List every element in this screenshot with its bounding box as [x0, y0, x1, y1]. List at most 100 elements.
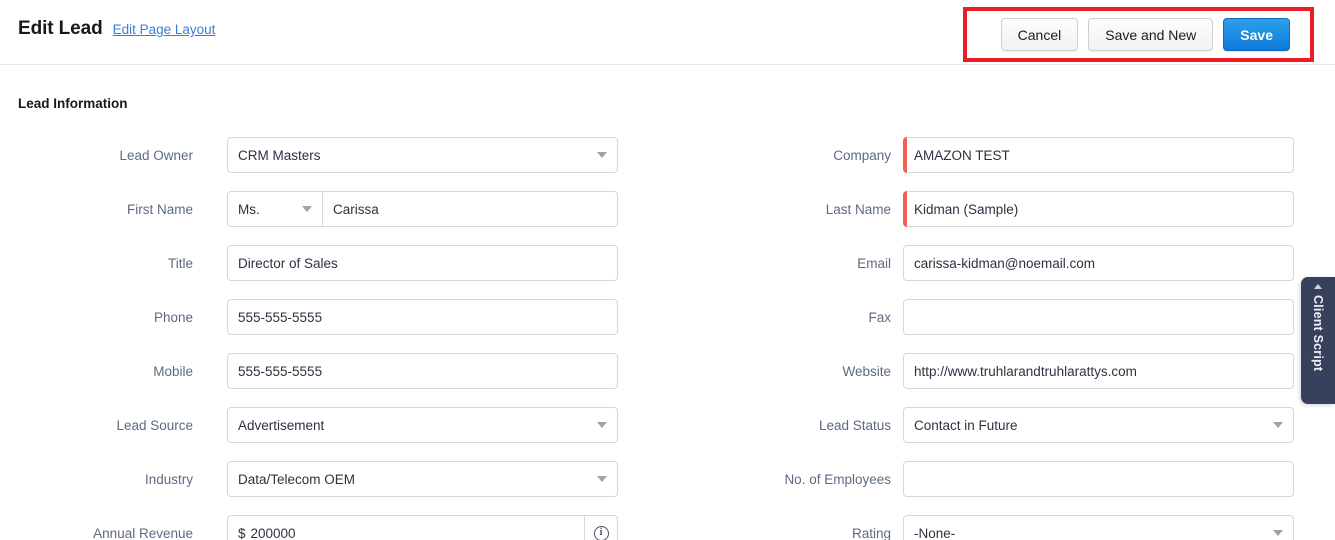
chevron-down-icon — [597, 476, 607, 482]
field-control-lead-source: Advertisement — [227, 407, 618, 443]
form-column-right: Company AMAZON TEST Last Name Kidman (Sampl… — [668, 137, 1308, 540]
field-label-first-name: First Name — [126, 201, 193, 217]
form-row-last-name: Last Name Kidman (Sample) — [668, 191, 1308, 245]
field-label-last-name: Last Name — [825, 201, 891, 217]
field-control-lead-status: Contact in Future — [903, 407, 1294, 443]
field-value-company: AMAZON TEST — [914, 147, 1010, 163]
select-lead-source[interactable]: Advertisement — [227, 407, 618, 443]
select-industry[interactable]: Data/Telecom OEM — [227, 461, 618, 497]
save-and-new-button[interactable]: Save and New — [1088, 18, 1214, 51]
input-website[interactable]: http://www.truhlarandtruhlarattys.com — [903, 353, 1294, 389]
input-phone[interactable]: 555-555-5555 — [227, 299, 618, 335]
field-control-no-of-employees — [903, 461, 1294, 497]
field-label-mobile: Mobile — [153, 363, 193, 379]
field-value-lead-source: Advertisement — [238, 417, 325, 433]
first-name-input[interactable]: Carissa — [322, 191, 618, 227]
input-email[interactable]: carissa-kidman@noemail.com — [903, 245, 1294, 281]
field-value-phone: 555-555-5555 — [238, 309, 323, 325]
page-title: Edit Lead — [18, 18, 103, 39]
field-label-fax: Fax — [868, 309, 891, 325]
input-company[interactable]: AMAZON TEST — [903, 137, 1294, 173]
field-control-rating: -None- — [903, 515, 1294, 540]
form-row-fax: Fax — [668, 299, 1308, 353]
field-control-last-name: Kidman (Sample) — [903, 191, 1294, 227]
input-fax[interactable] — [903, 299, 1294, 335]
field-label-phone: Phone — [153, 309, 193, 325]
field-label-annual-revenue: Annual Revenue — [93, 525, 193, 540]
info-icon-button[interactable]: i — [584, 515, 618, 540]
field-control-annual-revenue: $200000 i — [227, 515, 618, 540]
form-row-industry: Industry Data/Telecom OEM — [0, 461, 640, 515]
client-script-tab[interactable]: Client Script — [1301, 277, 1335, 404]
form-row-lead-status: Lead Status Contact in Future — [668, 407, 1308, 461]
page-header: Edit Lead Edit Page Layout Cancel Save a… — [0, 0, 1335, 65]
field-label-no-of-employees: No. of Employees — [784, 471, 891, 487]
field-value-industry: Data/Telecom OEM — [238, 471, 356, 487]
field-label-industry: Industry — [144, 471, 193, 487]
salutation-select[interactable]: Ms. — [227, 191, 322, 227]
input-title[interactable]: Director of Sales — [227, 245, 618, 281]
field-control-company: AMAZON TEST — [903, 137, 1294, 173]
field-label-lead-status: Lead Status — [818, 417, 891, 433]
info-icon: i — [593, 525, 609, 540]
field-value-lead-status: Contact in Future — [914, 417, 1018, 433]
header-actions: Cancel Save and New Save — [1000, 18, 1290, 51]
field-value-rating: -None- — [914, 525, 956, 540]
form-row-mobile: Mobile 555-555-5555 — [0, 353, 640, 407]
form-row-company: Company AMAZON TEST — [668, 137, 1308, 191]
chevron-down-icon — [302, 206, 312, 212]
field-control-email: carissa-kidman@noemail.com — [903, 245, 1294, 281]
chevron-down-icon — [597, 422, 607, 428]
field-value-lead-owner: CRM Masters — [238, 147, 321, 163]
form-row-first-name: First Name Ms. Carissa — [0, 191, 640, 245]
currency-symbol: $ — [238, 525, 246, 540]
split-field-first-name: Ms. Carissa — [227, 191, 618, 227]
field-label-email: Email — [857, 255, 891, 271]
field-value-annual-revenue: 200000 — [250, 525, 296, 540]
field-label-website: Website — [842, 363, 891, 379]
form-row-lead-owner: Lead Owner CRM Masters — [0, 137, 640, 191]
form-column-left: Lead Owner CRM Masters First Name Ms. Cariss… — [0, 137, 640, 540]
form-row-annual-revenue: Annual Revenue $200000 i — [0, 515, 640, 540]
select-rating[interactable]: -None- — [903, 515, 1294, 540]
field-control-mobile: 555-555-5555 — [227, 353, 618, 389]
field-label-company: Company — [833, 147, 891, 163]
title-group: Edit Lead Edit Page Layout — [18, 18, 215, 40]
form-row-email: Email carissa-kidman@noemail.com — [668, 245, 1308, 299]
select-lead-owner[interactable]: CRM Masters — [227, 137, 618, 173]
field-value-website: http://www.truhlarandtruhlarattys.com — [914, 363, 1137, 379]
field-control-industry: Data/Telecom OEM — [227, 461, 618, 497]
form-row-lead-source: Lead Source Advertisement — [0, 407, 640, 461]
salutation-value: Ms. — [238, 201, 260, 217]
client-script-tab-label: Client Script — [1311, 295, 1325, 372]
cancel-button[interactable]: Cancel — [1000, 18, 1079, 51]
chevron-down-icon — [1273, 530, 1283, 536]
save-button[interactable]: Save — [1223, 18, 1290, 51]
form-row-no-of-employees: No. of Employees — [668, 461, 1308, 515]
field-value-mobile: 555-555-5555 — [238, 363, 323, 379]
field-control-phone: 555-555-5555 — [227, 299, 618, 335]
chevron-down-icon — [1273, 422, 1283, 428]
input-annual-revenue[interactable]: $200000 i — [227, 515, 618, 540]
field-control-fax — [903, 299, 1294, 335]
form-row-website: Website http://www.truhlarandtruhlarattys… — [668, 353, 1308, 407]
field-control-first-name: Ms. Carissa — [227, 191, 618, 227]
field-value-last-name: Kidman (Sample) — [914, 201, 1019, 217]
section-title-lead-information: Lead Information — [18, 96, 128, 111]
triangle-up-icon — [1314, 284, 1322, 289]
form-row-phone: Phone 555-555-5555 — [0, 299, 640, 353]
field-control-lead-owner: CRM Masters — [227, 137, 618, 173]
field-label-rating: Rating — [851, 525, 891, 540]
form-row-title: Title Director of Sales — [0, 245, 640, 299]
input-no-of-employees[interactable] — [903, 461, 1294, 497]
select-lead-status[interactable]: Contact in Future — [903, 407, 1294, 443]
input-last-name[interactable]: Kidman (Sample) — [903, 191, 1294, 227]
field-label-lead-source: Lead Source — [116, 417, 193, 433]
field-value-email: carissa-kidman@noemail.com — [914, 255, 1096, 271]
field-control-website: http://www.truhlarandtruhlarattys.com — [903, 353, 1294, 389]
form-row-rating: Rating -None- — [668, 515, 1308, 540]
edit-page-layout-link[interactable]: Edit Page Layout — [113, 22, 216, 37]
input-mobile[interactable]: 555-555-5555 — [227, 353, 618, 389]
edit-lead-page: Edit Lead Edit Page Layout Cancel Save a… — [0, 0, 1335, 540]
field-control-title: Director of Sales — [227, 245, 618, 281]
